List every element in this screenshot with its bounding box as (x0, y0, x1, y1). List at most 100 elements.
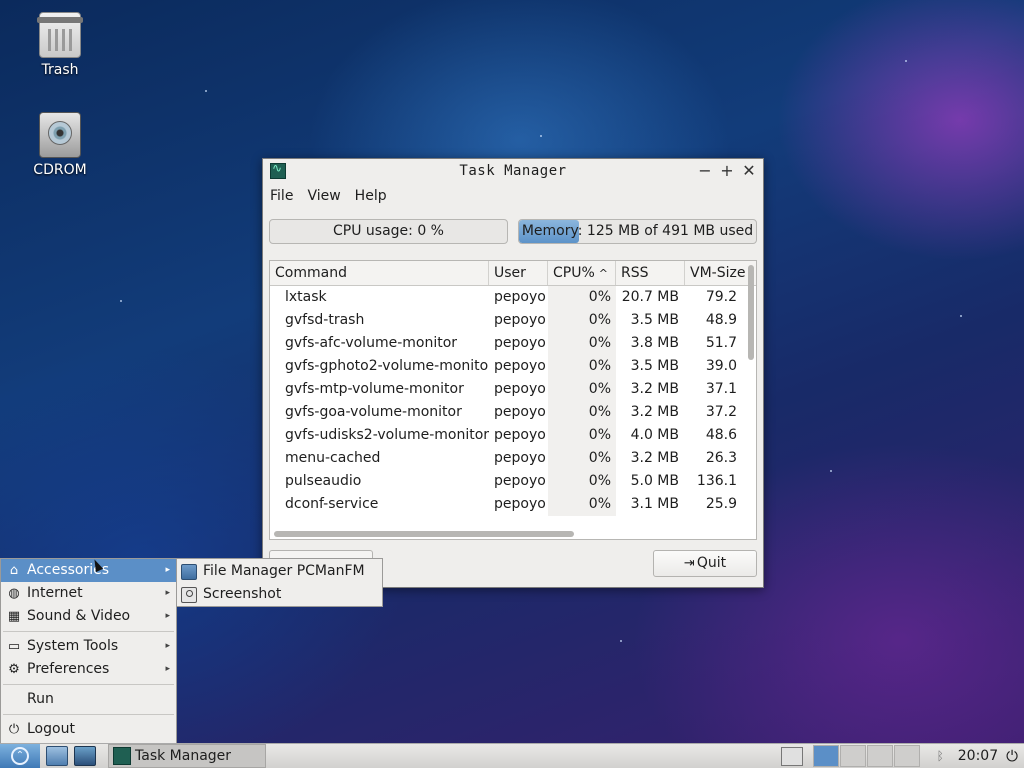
column-header-cpu[interactable]: CPU% ^ (548, 261, 616, 285)
workspace-1[interactable] (812, 745, 839, 767)
accessories-icon: ⌂ (9, 562, 19, 578)
table-row[interactable]: gvfs-goa-volume-monitor pepoyo 0% 3.2 MB 37.… (270, 401, 756, 424)
cell-command: menu-cached (285, 450, 381, 466)
menu-help[interactable]: Help (355, 188, 387, 204)
workspace-4[interactable] (893, 745, 920, 767)
logout-icon: ⏻ (8, 721, 20, 737)
vertical-scrollbar[interactable] (748, 265, 754, 360)
column-header-rss[interactable]: RSS (616, 261, 685, 285)
cell-cpu: 0% (548, 470, 616, 493)
memory-usage-label: Memory: 125 MB of 491 MB used (521, 223, 754, 239)
submenu-arrow-icon: ▸ (165, 588, 170, 598)
cell-command: pulseaudio (285, 473, 362, 489)
table-row[interactable]: gvfsd-trash pepoyo 0% 3.5 MB 48.9 (270, 309, 756, 332)
menu-item-run[interactable]: Run (1, 688, 176, 711)
menu-item-accessories[interactable]: ⌂ Accessories ▸ (1, 559, 176, 582)
quit-icon: ⇥ (683, 556, 695, 571)
workspace-2[interactable] (839, 745, 866, 767)
column-header-user[interactable]: User (489, 261, 548, 285)
show-desktop-icon[interactable] (780, 746, 803, 766)
process-table-body: lxtask pepoyo 0% 20.7 MB 79.2 gvfsd-trash pepo… (270, 286, 756, 516)
cell-user: pepoyo (494, 427, 546, 443)
close-icon[interactable]: ✕ (741, 161, 757, 180)
column-header-command[interactable]: Command (270, 261, 489, 285)
table-row[interactable]: gvfs-udisks2-volume-monitor pepoyo 0% 4.0 M… (270, 424, 756, 447)
cell-user: pepoyo (494, 381, 546, 397)
maximize-icon[interactable]: + (719, 161, 735, 180)
desktop-icon-label: Trash (41, 62, 79, 78)
minimize-icon[interactable]: − (697, 161, 713, 180)
application-menu: ⌂ Accessories ▸ ◍ Internet ▸ ▦ Sound & V… (0, 558, 177, 744)
menu-separator (3, 684, 174, 685)
menu-item-label: Sound & Video (27, 608, 131, 624)
table-row[interactable]: dconf-service pepoyo 0% 3.1 MB 25.9 (270, 493, 756, 516)
quit-button-label: Quit (696, 555, 727, 571)
table-row[interactable]: gvfs-mtp-volume-monitor pepoyo 0% 3.2 MB 37.… (270, 378, 756, 401)
workspace-3[interactable] (866, 745, 893, 767)
clock[interactable]: 20:07 (958, 748, 998, 764)
column-header-label: VM-Size (690, 265, 745, 281)
cell-user: pepoyo (494, 289, 546, 305)
table-row[interactable]: lxtask pepoyo 0% 20.7 MB 79.2 (270, 286, 756, 309)
cell-command: gvfsd-trash (285, 312, 365, 328)
cell-user: pepoyo (494, 335, 546, 351)
process-table[interactable]: Command User CPU% ^ RSS VM-Size lxtask pep… (269, 260, 757, 540)
memory-usage-bar: Memory: 125 MB of 491 MB used (518, 219, 757, 244)
workspace-pager (812, 745, 921, 767)
menu-item-system-tools[interactable]: ▭ System Tools ▸ (1, 635, 176, 658)
taskbar-task-manager[interactable]: Task Manager (108, 744, 266, 768)
menubar: File View Help (263, 183, 763, 209)
cell-rss: 20.7 MB (621, 289, 679, 305)
cell-rss: 3.5 MB (630, 358, 679, 374)
start-menu-button[interactable]: ⌃ (0, 744, 40, 768)
accessories-submenu: File Manager PCManFM Screenshot (176, 558, 383, 607)
column-header-vm-size[interactable]: VM-Size (685, 261, 745, 285)
menu-item-logout[interactable]: ⏻ Logout (1, 718, 176, 741)
menu-view[interactable]: View (307, 188, 340, 204)
taskbar-task-label: Task Manager (135, 748, 232, 764)
file-manager-launcher-icon[interactable] (46, 746, 68, 766)
cell-rss: 3.2 MB (630, 381, 679, 397)
bluetooth-icon[interactable]: ᛒ (937, 749, 944, 763)
menu-item-sound-video[interactable]: ▦ Sound & Video ▸ (1, 605, 176, 628)
cell-vm-size: 79.2 (705, 289, 737, 305)
start-menu-icon: ⌃ (11, 747, 29, 765)
screenshot-icon (181, 586, 197, 603)
menu-item-screenshot[interactable]: Screenshot (177, 583, 382, 606)
menu-item-file-manager[interactable]: File Manager PCManFM (177, 560, 382, 583)
submenu-arrow-icon: ▸ (165, 641, 170, 651)
menu-item-label: Preferences (27, 661, 110, 677)
menu-item-preferences[interactable]: ⚙ Preferences ▸ (1, 658, 176, 681)
app-launcher-icon[interactable] (74, 746, 96, 766)
table-row[interactable]: gvfs-gphoto2-volume-monitor pepoyo 0% 3.5 M… (270, 355, 756, 378)
desktop-icon-cdrom[interactable]: CDROM (20, 112, 100, 178)
horizontal-scrollbar[interactable] (274, 531, 574, 537)
desktop-icon-label: CDROM (33, 162, 87, 178)
cpu-usage-label: CPU usage: 0 % (333, 223, 444, 239)
menu-item-label: File Manager PCManFM (203, 563, 365, 579)
quit-button[interactable]: ⇥ Quit (653, 550, 757, 577)
power-icon[interactable]: ⏻ (1006, 747, 1018, 765)
menu-item-internet[interactable]: ◍ Internet ▸ (1, 582, 176, 605)
menu-separator (3, 631, 174, 632)
desktop-icon-trash[interactable]: Trash (20, 12, 100, 78)
cell-command: gvfs-gphoto2-volume-monitor (285, 358, 489, 374)
cell-user: pepoyo (494, 450, 546, 466)
table-row[interactable]: menu-cached pepoyo 0% 3.2 MB 26.3 (270, 447, 756, 470)
cell-cpu: 0% (548, 493, 616, 516)
table-row[interactable]: pulseaudio pepoyo 0% 5.0 MB 136.1 (270, 470, 756, 493)
taskbar: ⌃ Task Manager ᛒ 20:07 ⏻ (0, 743, 1024, 768)
table-row[interactable]: gvfs-afc-volume-monitor pepoyo 0% 3.8 MB 51.… (270, 332, 756, 355)
menu-item-label: Screenshot (203, 586, 282, 602)
cell-rss: 4.0 MB (630, 427, 679, 443)
cell-rss: 3.2 MB (630, 404, 679, 420)
cell-command: gvfs-mtp-volume-monitor (285, 381, 464, 397)
cell-command: gvfs-udisks2-volume-monitor (285, 427, 489, 443)
process-table-header: Command User CPU% ^ RSS VM-Size (270, 261, 756, 286)
column-header-label: RSS (621, 265, 649, 281)
trash-icon (37, 12, 83, 58)
cell-vm-size: 136.1 (696, 473, 737, 489)
window-titlebar[interactable]: Task Manager − + ✕ (263, 159, 763, 183)
column-header-label: CPU% (553, 265, 595, 281)
menu-file[interactable]: File (270, 188, 293, 204)
